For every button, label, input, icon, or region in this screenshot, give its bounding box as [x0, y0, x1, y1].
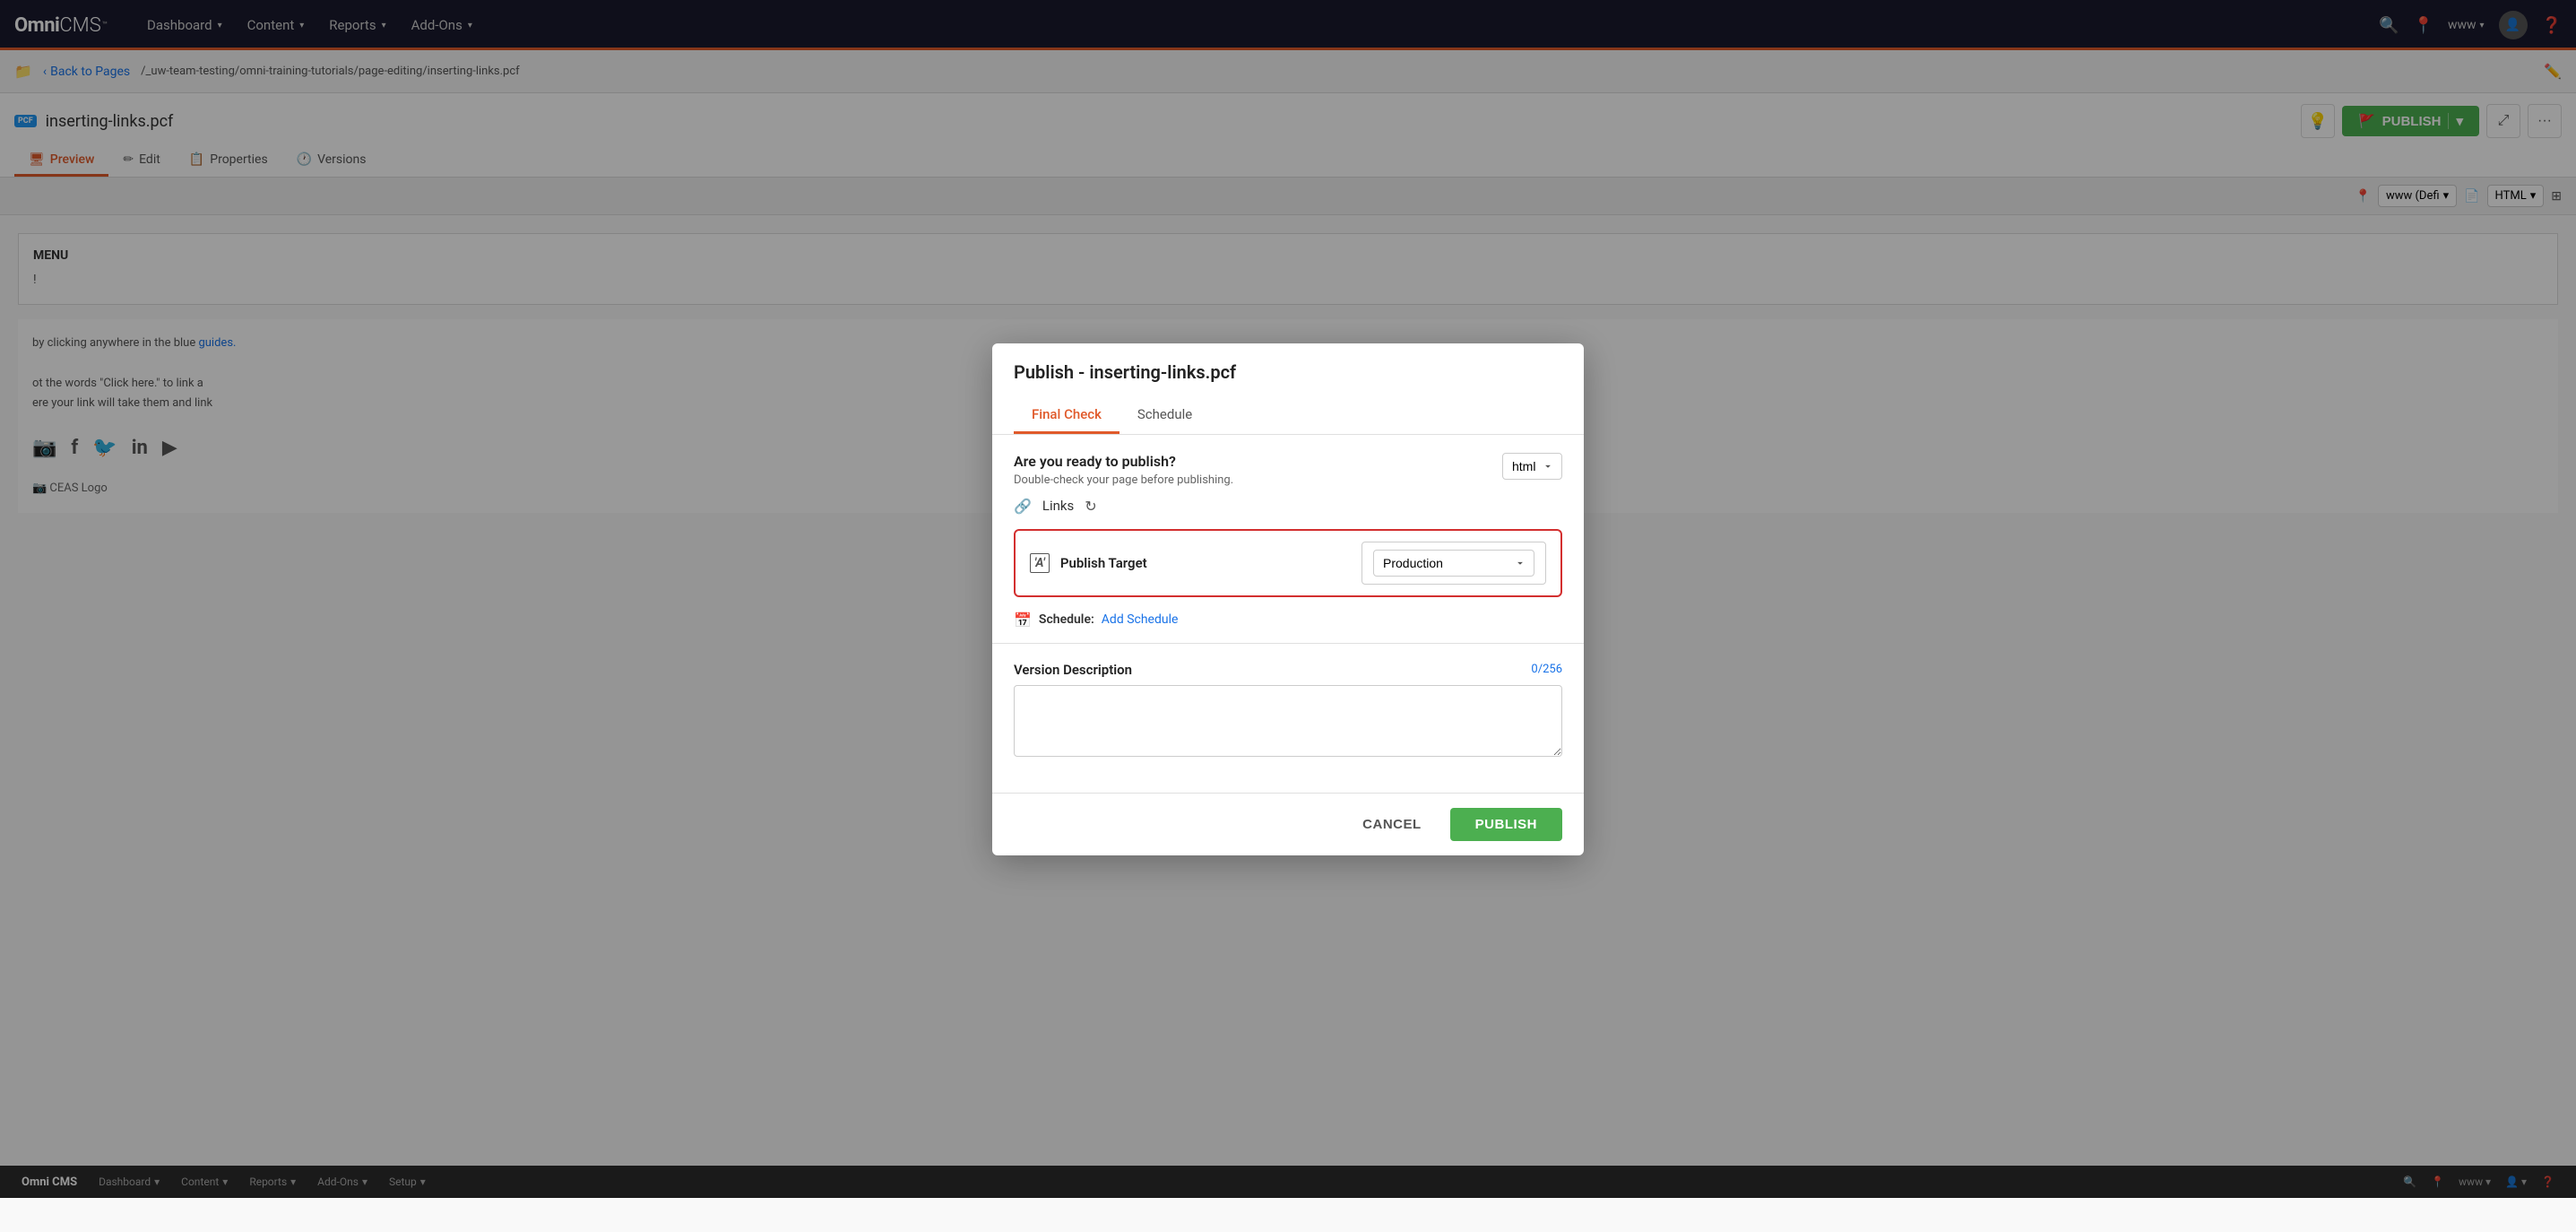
cancel-button[interactable]: CANCEL [1344, 808, 1439, 841]
ready-text: Are you ready to publish? Double-check y… [1014, 453, 1233, 487]
modal-footer: CANCEL PUBLISH [992, 793, 1584, 855]
modal-publish-button[interactable]: PUBLISH [1450, 808, 1562, 841]
link-icon: 🔗 [1014, 498, 1032, 515]
add-schedule-link[interactable]: Add Schedule [1102, 612, 1179, 627]
modal-divider [992, 643, 1584, 644]
modal-tab-schedule[interactable]: Schedule [1119, 397, 1210, 434]
modal-tab-final-check[interactable]: Final Check [1014, 397, 1119, 434]
target-icon: 'A' [1030, 553, 1050, 573]
modal-header: Publish - inserting-links.pcf Final Chec… [992, 343, 1584, 435]
links-row: 🔗 Links ↻ [1014, 498, 1562, 515]
links-label: Links [1042, 498, 1074, 514]
ready-row: Are you ready to publish? Double-check y… [1014, 453, 1562, 487]
calendar-icon: 📅 [1014, 612, 1032, 629]
publish-target-select[interactable]: Production Staging Development [1373, 550, 1534, 577]
format-select[interactable]: html xml pdf [1502, 453, 1562, 480]
schedule-label: Schedule: [1039, 612, 1094, 627]
version-label: Version Description [1014, 662, 1132, 678]
modal-overlay[interactable]: Publish - inserting-links.pcf Final Chec… [0, 0, 2576, 1198]
publish-question: Are you ready to publish? [1014, 453, 1233, 470]
modal-title: Publish - inserting-links.pcf [1014, 361, 1562, 383]
refresh-icon[interactable]: ↻ [1085, 498, 1096, 515]
publish-target-select-wrapper[interactable]: Production Staging Development [1361, 542, 1546, 585]
publish-target-section: 'A' Publish Target Production Staging De… [1014, 529, 1562, 597]
version-count: 0/256 [1531, 663, 1562, 676]
publish-modal: Publish - inserting-links.pcf Final Chec… [992, 343, 1584, 855]
version-description-textarea[interactable] [1014, 685, 1562, 757]
publish-subtext: Double-check your page before publishing… [1014, 473, 1233, 487]
modal-body: Are you ready to publish? Double-check y… [992, 435, 1584, 793]
modal-tabs: Final Check Schedule [1014, 397, 1562, 434]
version-section: Version Description 0/256 [1014, 662, 1562, 760]
format-select-wrapper[interactable]: html xml pdf [1502, 453, 1562, 480]
version-header: Version Description 0/256 [1014, 662, 1562, 678]
publish-target-label: Publish Target [1060, 555, 1361, 571]
schedule-row: 📅 Schedule: Add Schedule [1014, 612, 1562, 629]
